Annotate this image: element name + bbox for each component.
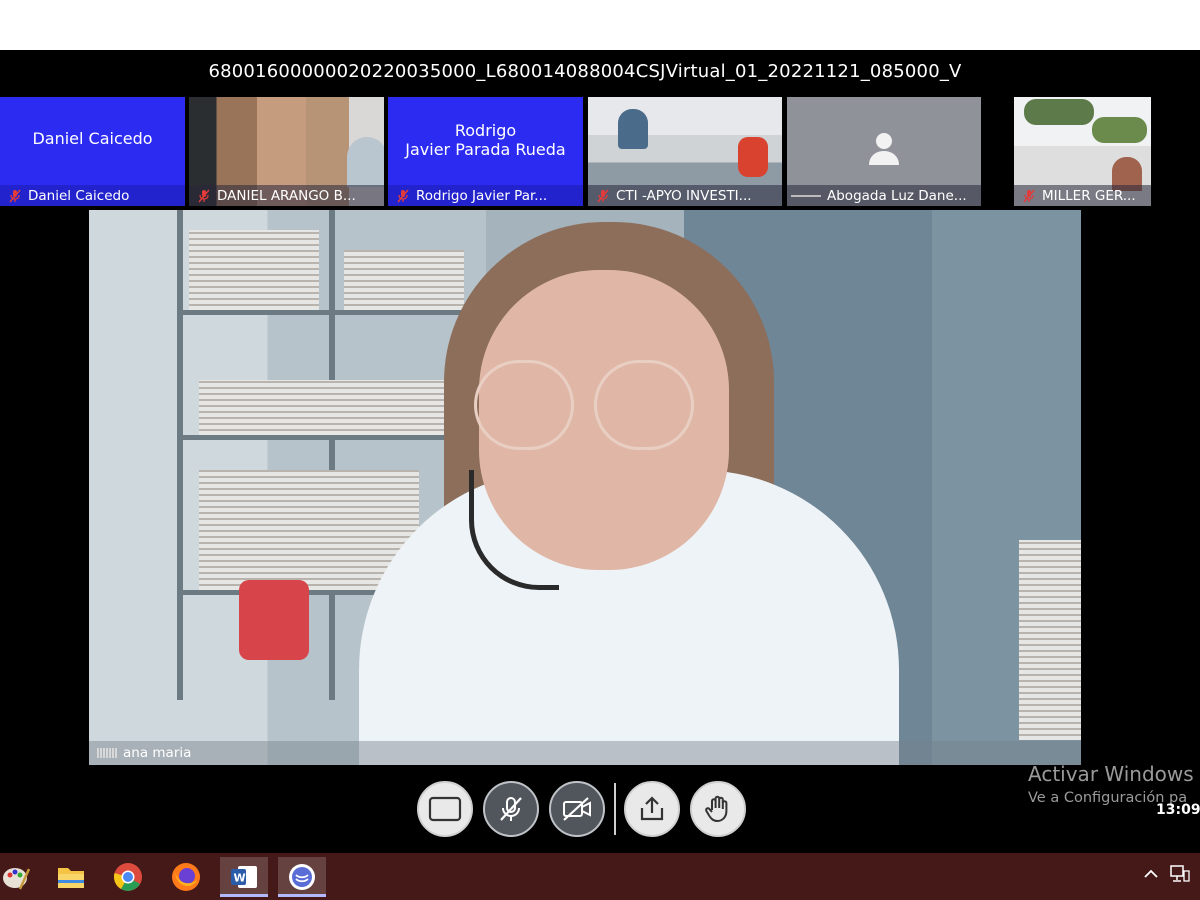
clock: 13:09 bbox=[1156, 802, 1200, 818]
participant-tile-miller[interactable]: MILLER GER... bbox=[1014, 97, 1151, 206]
books bbox=[189, 230, 319, 310]
participant-name: Daniel Caicedo bbox=[28, 187, 130, 204]
tile-label-bar: Rodrigo Javier Par... bbox=[388, 185, 583, 206]
mic-muted-icon bbox=[1023, 189, 1035, 202]
screen-icon bbox=[428, 796, 462, 822]
taskbar-app-paint[interactable] bbox=[0, 861, 32, 893]
hand-icon bbox=[705, 795, 728, 823]
firefox-icon bbox=[172, 863, 200, 891]
participant-name: DANIEL ARANGO B... bbox=[217, 187, 356, 204]
tile-name-line2: Javier Parada Rueda bbox=[405, 140, 566, 159]
raise-hand-button[interactable] bbox=[690, 781, 746, 837]
paint-icon bbox=[3, 868, 30, 890]
system-tray bbox=[1144, 865, 1190, 883]
participant-video bbox=[347, 137, 384, 187]
chevron-up-icon[interactable] bbox=[1144, 869, 1158, 879]
video-conference-window: 68001600000020220035000_L680014088004CSJ… bbox=[0, 50, 1200, 853]
participant-tile-daniel-arango[interactable]: DANIEL ARANGO B... bbox=[189, 97, 384, 206]
taskbar-app-firefox[interactable] bbox=[170, 861, 202, 893]
mic-muted-icon bbox=[597, 189, 609, 202]
participant-name: MILLER GER... bbox=[1042, 187, 1136, 204]
svg-text:W: W bbox=[234, 872, 246, 885]
audio-level-bar bbox=[791, 194, 821, 197]
tile-label-bar: MILLER GER... bbox=[1014, 185, 1151, 206]
word-icon: W bbox=[231, 866, 257, 888]
shelf-post bbox=[329, 210, 335, 700]
tile-label-bar: DANIEL ARANGO B... bbox=[189, 185, 384, 206]
taskbar-app-file-explorer[interactable] bbox=[55, 861, 87, 893]
person-icon bbox=[869, 133, 899, 165]
taskbar: W bbox=[0, 853, 1200, 900]
participant-tile-cti[interactable]: CTI -APYO INVESTI... bbox=[588, 97, 782, 206]
tile-label-bar: Daniel Caicedo bbox=[0, 185, 185, 206]
chrome-icon bbox=[113, 863, 142, 891]
shelf-post bbox=[177, 210, 183, 700]
tile-label-bar: CTI -APYO INVESTI... bbox=[588, 185, 782, 206]
windows-activation-watermark: Activar Windows Ve a Configuración pa bbox=[1028, 762, 1194, 806]
participant-name: CTI -APYO INVESTI... bbox=[616, 187, 752, 204]
main-speaker-label-bar: ana maria bbox=[89, 741, 1081, 765]
shelf-board bbox=[177, 435, 477, 440]
camera-off-icon bbox=[563, 797, 591, 821]
tile-label-bar: Abogada Luz Dane... bbox=[787, 185, 981, 206]
participant-name: Rodrigo Javier Par... bbox=[416, 187, 548, 204]
books bbox=[344, 250, 464, 310]
controls-divider bbox=[614, 783, 616, 835]
glasses-right bbox=[594, 360, 694, 450]
main-speaker-name: ana maria bbox=[123, 745, 192, 761]
participant-tile-abogada-luz[interactable]: Abogada Luz Dane... bbox=[787, 97, 981, 206]
books bbox=[1019, 540, 1081, 740]
file-explorer-icon bbox=[58, 868, 84, 888]
screen-layout-button[interactable] bbox=[417, 781, 473, 837]
mic-muted-icon bbox=[198, 189, 210, 202]
main-speaker-video[interactable]: ana maria bbox=[89, 210, 1081, 765]
participant-video-plant bbox=[1024, 99, 1094, 125]
participant-tile-daniel-caicedo[interactable]: Daniel Caicedo Daniel Caicedo bbox=[0, 97, 185, 206]
participant-video-detail bbox=[738, 137, 768, 177]
network-icon[interactable] bbox=[1170, 865, 1190, 883]
participant-video bbox=[618, 109, 648, 149]
meeting-title: 68001600000020220035000_L680014088004CSJ… bbox=[208, 61, 962, 82]
camera-button[interactable] bbox=[549, 781, 605, 837]
glasses-left bbox=[474, 360, 574, 450]
share-button[interactable] bbox=[624, 781, 680, 837]
mic-muted-icon bbox=[9, 189, 21, 202]
audio-level-icon bbox=[97, 748, 117, 758]
lifesize-icon bbox=[289, 864, 315, 890]
taskbar-app-chrome[interactable] bbox=[112, 861, 144, 893]
taskbar-app-word[interactable]: W bbox=[220, 857, 268, 897]
microphone-button[interactable] bbox=[483, 781, 539, 837]
taskbar-app-lifesize[interactable] bbox=[278, 857, 326, 897]
red-bag bbox=[239, 580, 309, 660]
mic-muted-icon bbox=[397, 189, 409, 202]
share-upload-icon bbox=[640, 796, 664, 821]
top-margin bbox=[0, 0, 1200, 50]
mic-off-icon bbox=[500, 797, 522, 821]
participant-video-plant bbox=[1092, 117, 1147, 143]
watermark-title: Activar Windows bbox=[1028, 762, 1194, 786]
tile-name: Daniel Caicedo bbox=[32, 129, 153, 148]
tile-name-line1: Rodrigo bbox=[454, 121, 517, 140]
books bbox=[199, 380, 449, 435]
participant-name: Abogada Luz Dane... bbox=[827, 187, 967, 204]
shelf-board bbox=[177, 310, 477, 315]
participant-tile-rodrigo-parada[interactable]: Rodrigo Javier Parada Rueda Rodrigo Javi… bbox=[388, 97, 583, 206]
